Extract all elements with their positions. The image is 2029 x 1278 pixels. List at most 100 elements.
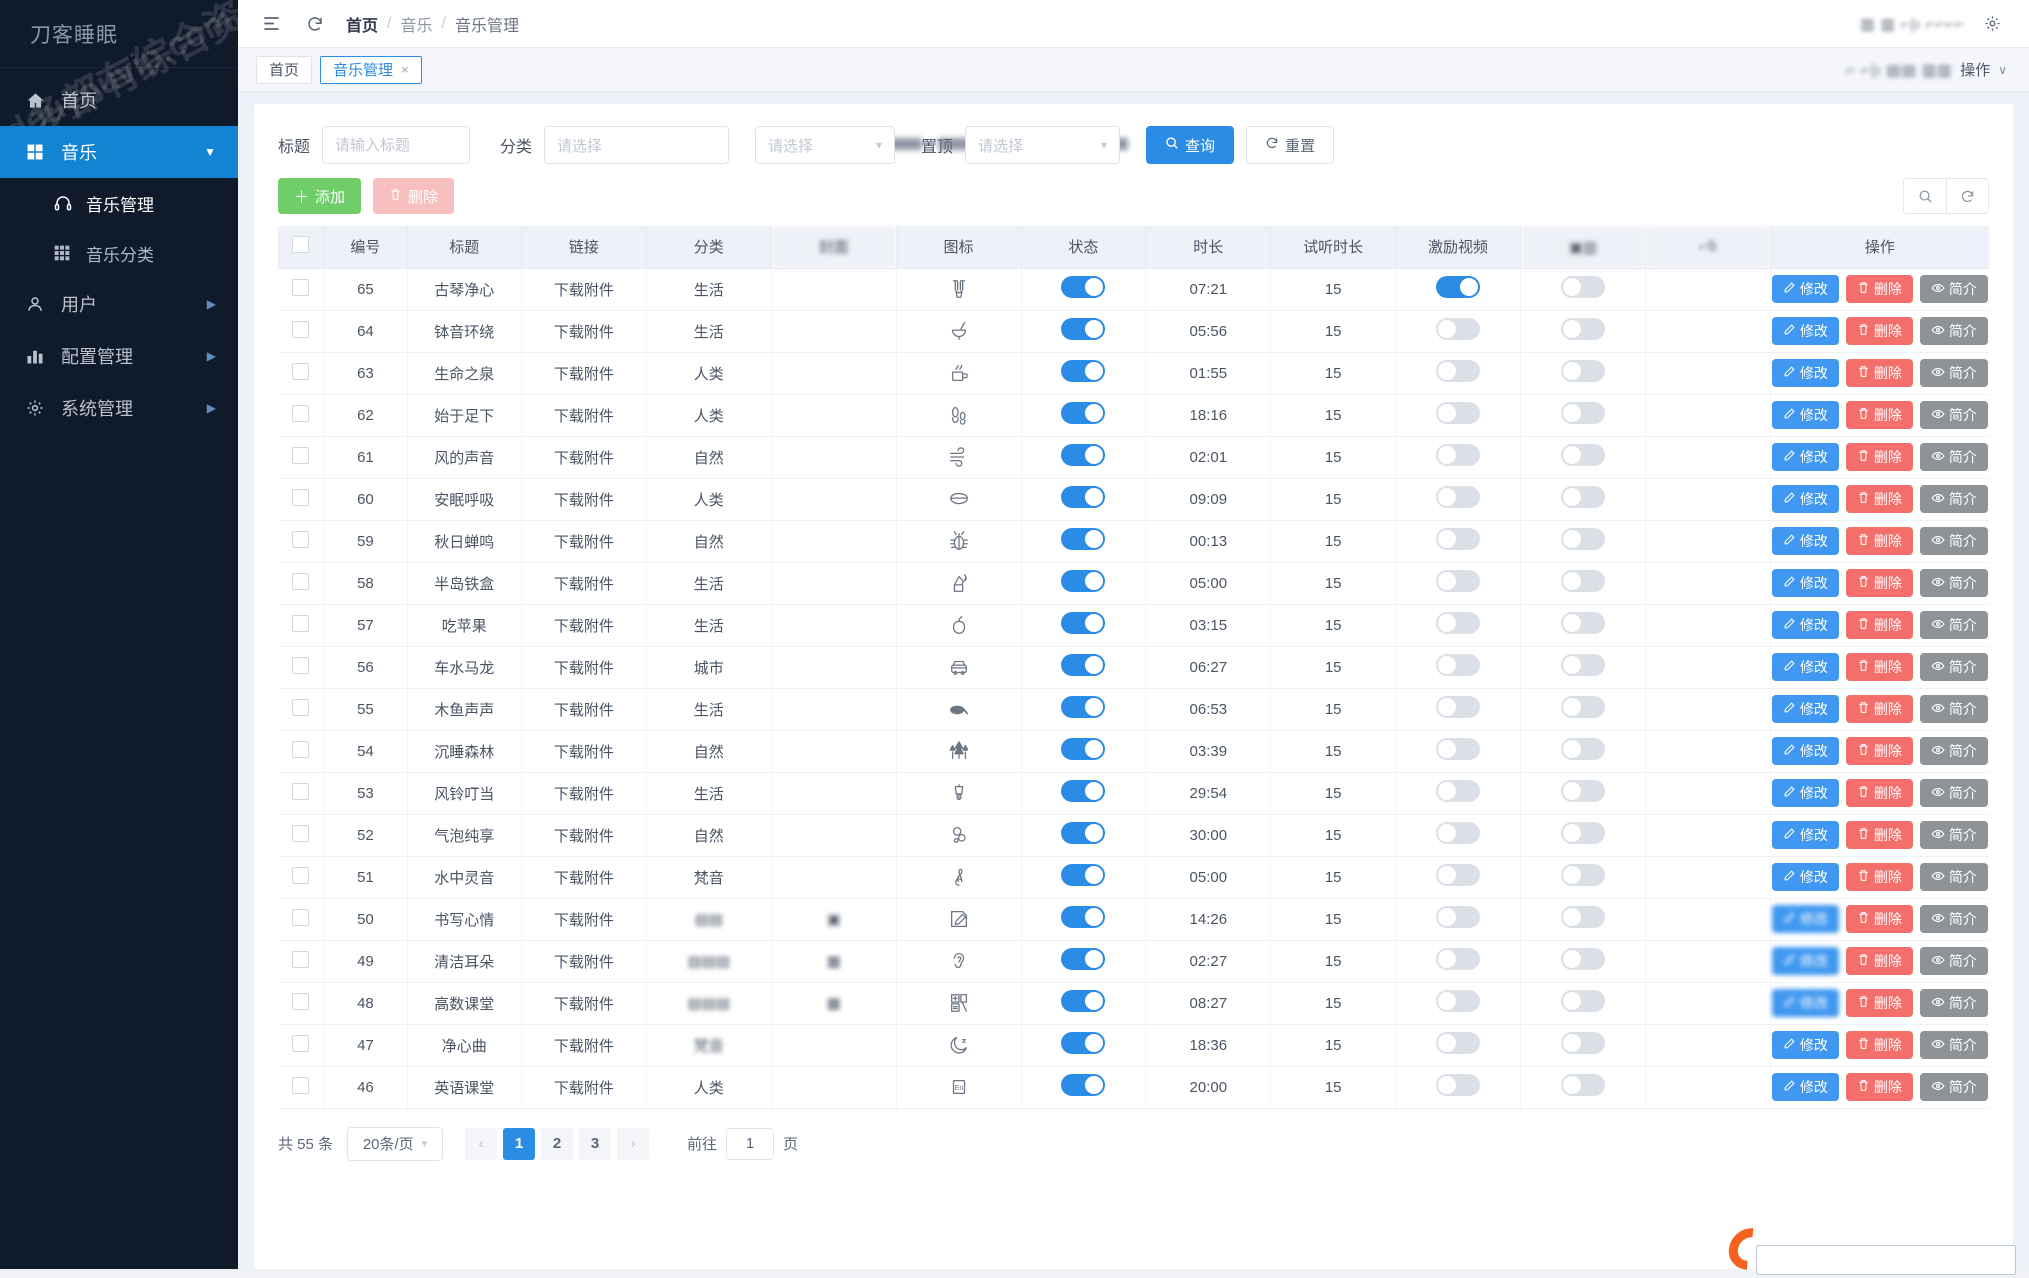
status-toggle[interactable] bbox=[1061, 1074, 1105, 1096]
extra-toggle[interactable] bbox=[1561, 864, 1605, 886]
status-toggle[interactable] bbox=[1061, 612, 1105, 634]
info-button[interactable]: 简介 bbox=[1920, 359, 1988, 387]
row-checkbox[interactable] bbox=[292, 573, 309, 590]
delete-row-button[interactable]: 删除 bbox=[1846, 695, 1913, 723]
cell-link[interactable]: 下载附件 bbox=[522, 856, 647, 898]
add-button[interactable]: ＋ 添加 bbox=[278, 178, 361, 214]
select-all-checkbox[interactable] bbox=[292, 236, 309, 253]
page-button-3[interactable]: 3 bbox=[579, 1128, 611, 1160]
cell-link[interactable]: 下载附件 bbox=[522, 604, 647, 646]
extra-toggle[interactable] bbox=[1561, 570, 1605, 592]
sidebar-item-config[interactable]: 配置管理 ▶ bbox=[0, 330, 238, 382]
breadcrumb-item-home[interactable]: 首页 bbox=[346, 12, 378, 36]
delete-row-button[interactable]: 删除 bbox=[1846, 401, 1913, 429]
status-toggle[interactable] bbox=[1061, 1032, 1105, 1054]
row-checkbox[interactable] bbox=[292, 783, 309, 800]
reward-toggle[interactable] bbox=[1436, 1074, 1480, 1096]
sidebar-item-music[interactable]: 音乐 ▼ bbox=[0, 126, 238, 178]
info-button[interactable]: 简介 bbox=[1920, 779, 1988, 807]
cell-link[interactable]: 下载附件 bbox=[522, 562, 647, 604]
cell-link[interactable]: 下载附件 bbox=[522, 436, 647, 478]
delete-row-button[interactable]: 删除 bbox=[1846, 317, 1913, 345]
search-icon[interactable] bbox=[1904, 179, 1946, 213]
edit-button[interactable]: 修改 bbox=[1772, 527, 1839, 555]
cell-link[interactable]: 下载附件 bbox=[522, 268, 647, 310]
info-button[interactable]: 简介 bbox=[1920, 989, 1988, 1017]
edit-button[interactable]: 修改 bbox=[1772, 1073, 1839, 1101]
delete-row-button[interactable]: 删除 bbox=[1846, 737, 1913, 765]
info-button[interactable]: 简介 bbox=[1920, 737, 1988, 765]
row-checkbox[interactable] bbox=[292, 951, 309, 968]
sidebar-item-user[interactable]: 用户 ▶ bbox=[0, 278, 238, 330]
extra-toggle[interactable] bbox=[1561, 528, 1605, 550]
next-page-button[interactable]: › bbox=[617, 1128, 649, 1160]
info-button[interactable]: 简介 bbox=[1920, 905, 1988, 933]
info-button[interactable]: 简介 bbox=[1920, 653, 1988, 681]
delete-row-button[interactable]: 删除 bbox=[1846, 443, 1913, 471]
reward-toggle[interactable] bbox=[1436, 612, 1480, 634]
edit-button[interactable]: 修改 bbox=[1772, 653, 1839, 681]
title-search-input[interactable] bbox=[322, 126, 470, 164]
status-toggle[interactable] bbox=[1061, 948, 1105, 970]
status-toggle[interactable] bbox=[1061, 864, 1105, 886]
reward-toggle[interactable] bbox=[1436, 360, 1480, 382]
cell-link[interactable]: 下载附件 bbox=[522, 310, 647, 352]
extra-toggle[interactable] bbox=[1561, 402, 1605, 424]
tabbar-action-label[interactable]: 操作 bbox=[1960, 59, 1990, 80]
edit-button[interactable]: 修改 bbox=[1772, 569, 1839, 597]
edit-button[interactable]: 修改 bbox=[1772, 821, 1839, 849]
reward-toggle[interactable] bbox=[1436, 948, 1480, 970]
extra-toggle[interactable] bbox=[1561, 276, 1605, 298]
extra-toggle[interactable] bbox=[1561, 486, 1605, 508]
sidebar-item-system[interactable]: 系统管理 ▶ bbox=[0, 382, 238, 434]
prev-page-button[interactable]: ‹ bbox=[465, 1128, 497, 1160]
extra-toggle[interactable] bbox=[1561, 990, 1605, 1012]
info-button[interactable]: 简介 bbox=[1920, 443, 1988, 471]
reward-toggle[interactable] bbox=[1436, 486, 1480, 508]
status-toggle[interactable] bbox=[1061, 822, 1105, 844]
extra-toggle[interactable] bbox=[1561, 738, 1605, 760]
cell-link[interactable]: 下载附件 bbox=[522, 478, 647, 520]
extra-toggle[interactable] bbox=[1561, 780, 1605, 802]
edit-button[interactable]: 修改 bbox=[1772, 275, 1839, 303]
status-toggle[interactable] bbox=[1061, 780, 1105, 802]
status-toggle[interactable] bbox=[1061, 444, 1105, 466]
edit-button[interactable]: 修改 bbox=[1772, 611, 1839, 639]
row-checkbox[interactable] bbox=[292, 993, 309, 1010]
row-checkbox[interactable] bbox=[292, 699, 309, 716]
reward-toggle[interactable] bbox=[1436, 990, 1480, 1012]
page-size-select[interactable]: 20条/页 ▾ bbox=[347, 1127, 443, 1161]
info-button[interactable]: 简介 bbox=[1920, 863, 1988, 891]
reward-toggle[interactable] bbox=[1436, 780, 1480, 802]
row-checkbox[interactable] bbox=[292, 615, 309, 632]
cell-link[interactable]: 下载附件 bbox=[522, 352, 647, 394]
reward-toggle[interactable] bbox=[1436, 528, 1480, 550]
cell-link[interactable]: 下载附件 bbox=[522, 772, 647, 814]
status-toggle[interactable] bbox=[1061, 906, 1105, 928]
status-toggle[interactable] bbox=[1061, 318, 1105, 340]
delete-row-button[interactable]: 删除 bbox=[1846, 611, 1913, 639]
delete-row-button[interactable]: 删除 bbox=[1846, 1073, 1913, 1101]
row-checkbox[interactable] bbox=[292, 405, 309, 422]
cell-link[interactable]: 下载附件 bbox=[522, 814, 647, 856]
row-checkbox[interactable] bbox=[292, 489, 309, 506]
row-checkbox[interactable] bbox=[292, 447, 309, 464]
extra-toggle[interactable] bbox=[1561, 696, 1605, 718]
delete-row-button[interactable]: 删除 bbox=[1846, 947, 1913, 975]
reward-toggle[interactable] bbox=[1436, 864, 1480, 886]
page-button-2[interactable]: 2 bbox=[541, 1128, 573, 1160]
middle-select[interactable]: 请选择 ▾ bbox=[755, 126, 895, 164]
extra-toggle[interactable] bbox=[1561, 318, 1605, 340]
edit-button[interactable]: 修改 bbox=[1772, 779, 1839, 807]
reward-toggle[interactable] bbox=[1436, 822, 1480, 844]
extra-toggle[interactable] bbox=[1561, 1074, 1605, 1096]
cell-link[interactable]: 下载附件 bbox=[522, 520, 647, 562]
delete-button[interactable]: 删除 bbox=[373, 178, 454, 214]
row-checkbox[interactable] bbox=[292, 363, 309, 380]
status-toggle[interactable] bbox=[1061, 990, 1105, 1012]
cell-link[interactable]: 下载附件 bbox=[522, 898, 647, 940]
info-button[interactable]: 简介 bbox=[1920, 485, 1988, 513]
status-toggle[interactable] bbox=[1061, 738, 1105, 760]
reward-toggle[interactable] bbox=[1436, 570, 1480, 592]
sidebar-item-music-manage[interactable]: 音乐管理 bbox=[0, 178, 238, 228]
